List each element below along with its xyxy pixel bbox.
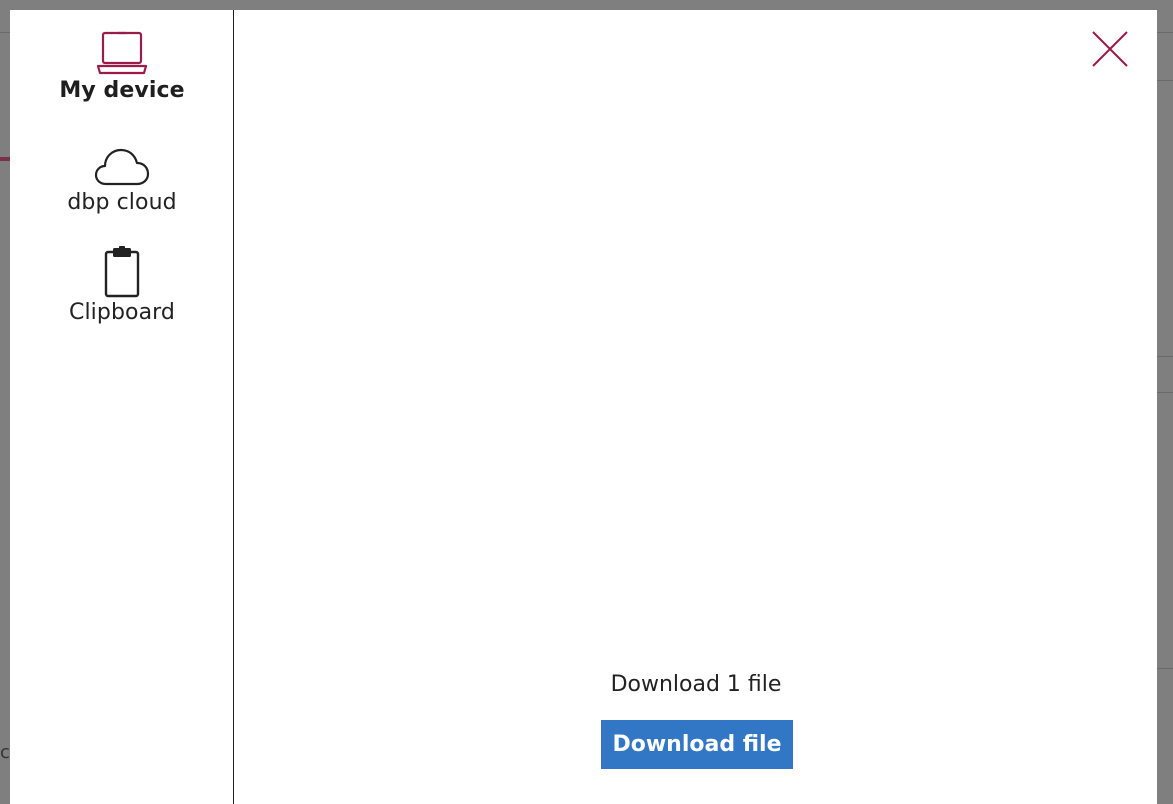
background-divider xyxy=(0,32,10,33)
background-partial-text: c xyxy=(0,742,10,763)
close-icon xyxy=(1092,31,1128,67)
upload-download-modal: My device dbp cloud Clipboard Download 1… xyxy=(10,10,1157,804)
background-accent-bar xyxy=(0,157,10,161)
clipboard-icon xyxy=(102,242,142,298)
sidebar-item-my-device[interactable]: My device xyxy=(10,20,234,120)
sidebar-item-label: My device xyxy=(59,78,185,103)
cloud-icon xyxy=(94,132,150,188)
sidebar-item-clipboard[interactable]: Clipboard xyxy=(10,242,234,342)
download-status-text: Download 1 file xyxy=(610,672,782,697)
sidebar-item-label: dbp cloud xyxy=(67,190,177,215)
background-divider xyxy=(1157,356,1173,357)
background-divider xyxy=(1157,80,1173,81)
background-divider xyxy=(1157,668,1173,669)
sidebar-item-dbp-cloud[interactable]: dbp cloud xyxy=(10,132,234,232)
background-divider xyxy=(1157,32,1173,33)
close-button[interactable] xyxy=(1089,28,1131,70)
laptop-icon xyxy=(96,20,148,76)
download-file-button[interactable]: Download file xyxy=(601,720,793,769)
sidebar-item-label: Clipboard xyxy=(69,300,175,325)
source-sidebar: My device dbp cloud Clipboard xyxy=(10,10,234,804)
background-divider xyxy=(1157,392,1173,393)
